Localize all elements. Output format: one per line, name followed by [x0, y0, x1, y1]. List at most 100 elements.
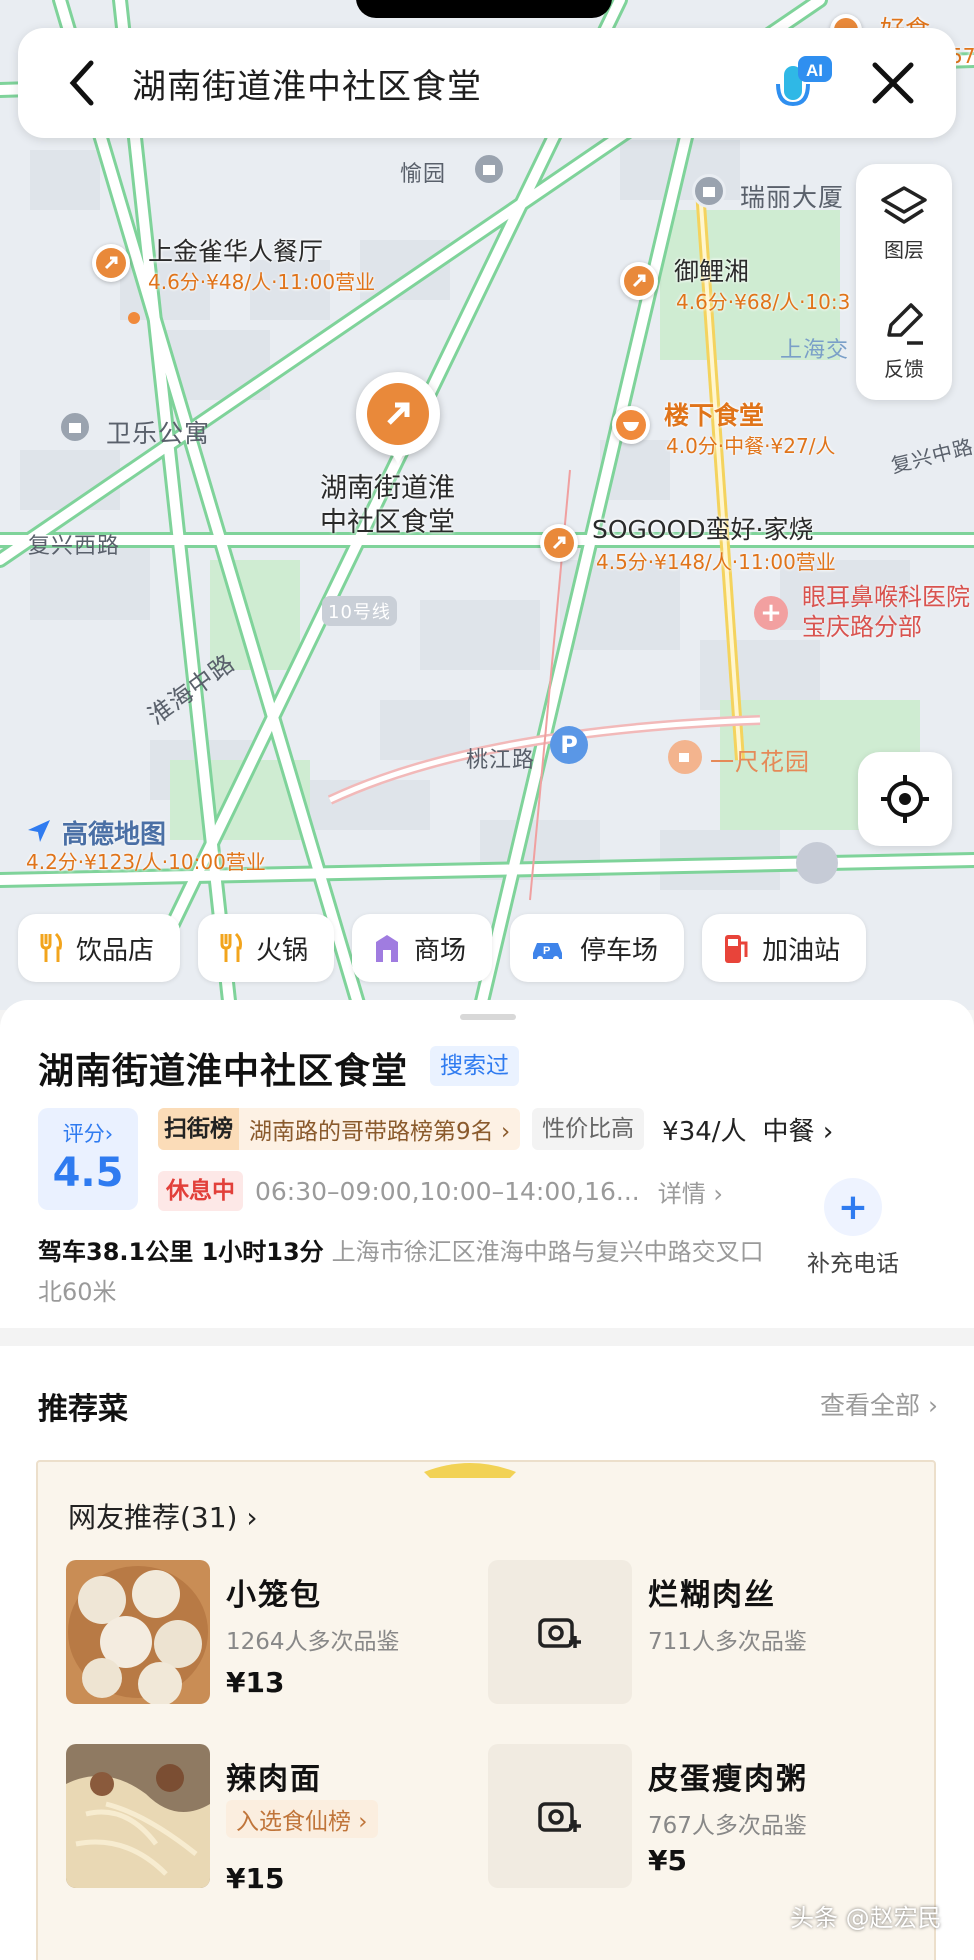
close-icon: [872, 62, 914, 104]
chip-label: 火锅: [256, 935, 309, 966]
poi-meta: 4.5分·¥148/人·11:00营业: [596, 550, 836, 574]
add-photo-placeholder[interactable]: [488, 1744, 632, 1888]
chip-label: 加油站: [762, 935, 841, 966]
dish-photo: [66, 1744, 210, 1888]
locate-me-button[interactable]: [858, 752, 952, 846]
dish-tasted-count: 767人多次品鉴: [648, 1813, 807, 1839]
cafe-icon[interactable]: [668, 740, 702, 774]
dish-item[interactable]: 小笼包 1264人多次品鉴 ¥13: [66, 1560, 466, 1710]
cuisine-link[interactable]: 中餐 ›: [763, 1111, 834, 1148]
dish-name: 小笼包: [226, 1578, 322, 1613]
place-title: 湖南街道淮中社区食堂: [38, 1051, 409, 1092]
chip-hotpot[interactable]: 火锅: [198, 914, 335, 982]
close-button[interactable]: [858, 48, 928, 118]
layers-button[interactable]: 图层: [856, 164, 952, 282]
ranking-text: 湖南路的哥带路榜第9名 ›: [249, 1119, 511, 1145]
dish-price: ¥5: [648, 1844, 687, 1877]
chip-gas-station[interactable]: 加油站: [702, 914, 867, 982]
drive-distance-time: 驾车38.1公里 1小时13分: [38, 1238, 324, 1266]
bowl-pin-icon[interactable]: [612, 406, 650, 444]
dish-rank-badge[interactable]: 入选食仙榜 ›: [226, 1800, 378, 1838]
selected-poi-name-line2: 中社区食堂: [320, 507, 455, 538]
chip-label: 商场: [414, 935, 467, 966]
dish-price: ¥13: [226, 1666, 285, 1699]
chevron-left-icon: [69, 60, 94, 106]
amap-logo: 高德地图: [62, 820, 167, 850]
ranking-tag[interactable]: 扫街榜 湖南路的哥带路榜第9名 ›: [158, 1108, 521, 1150]
route-info[interactable]: 驾车38.1公里 1小时13分 上海市徐汇区淮海中路与复兴中路交叉口北60米: [38, 1232, 778, 1312]
dish-item[interactable]: 烂糊肉丝 711人多次品鉴: [488, 1560, 908, 1710]
poi-meta: 4.0分·中餐·¥27/人: [666, 434, 836, 458]
place-detail-sheet[interactable]: 湖南街道淮中社区食堂 搜索过 评分› 4.5 扫街榜 湖南路的哥带路榜第9名 ›…: [0, 1000, 974, 1960]
restaurant-pin-icon[interactable]: [620, 262, 658, 300]
selected-poi-marker-icon[interactable]: [356, 372, 440, 456]
searched-badge: 搜索过: [430, 1046, 519, 1086]
place-label-flower-garden: 一尺花园: [710, 748, 810, 776]
search-query[interactable]: 湖南街道淮中社区食堂: [132, 59, 768, 108]
street-label-fuxing-west: 复兴西路: [28, 534, 121, 559]
status-row: 休息中 06:30–09:00,10:00–14:00,16... 详情 ›: [158, 1170, 723, 1212]
ai-mic-icon: AI: [776, 56, 832, 107]
feedback-button[interactable]: 反馈: [856, 282, 952, 400]
chip-mall[interactable]: 商场: [352, 914, 493, 982]
building-icon: [58, 410, 92, 444]
add-phone-button[interactable]: + 补充电话: [800, 1178, 906, 1278]
status-notch: [356, 0, 612, 18]
building-icon: [692, 174, 726, 208]
parking-icon[interactable]: P: [550, 726, 588, 764]
restaurant-pin-icon[interactable]: [92, 244, 130, 282]
scroll-clip-decoration: [424, 1463, 516, 1478]
poi-name[interactable]: 御鲤湘: [674, 252, 749, 288]
navigation-arrow-icon: [24, 816, 54, 846]
restaurant-pin-icon[interactable]: [540, 524, 578, 562]
fork-knife-icon: [218, 932, 244, 964]
add-photo-placeholder[interactable]: [488, 1560, 632, 1704]
parking-car-icon: P: [530, 933, 568, 963]
chip-parking[interactable]: P 停车场: [510, 914, 685, 982]
place-label-hospital[interactable]: 眼耳鼻喉科医院宝庆路分部: [802, 582, 972, 642]
place-info-card: 湖南街道淮中社区食堂 搜索过 评分› 4.5 扫街榜 湖南路的哥带路榜第9名 ›…: [0, 1000, 974, 1328]
layers-icon: [881, 185, 927, 224]
poi-name[interactable]: SOGOOD蛮好·家烧: [592, 510, 813, 546]
gas-pump-icon: [722, 931, 750, 965]
dish-item[interactable]: 皮蛋瘦肉粥 767人多次品鉴 ¥5: [488, 1744, 908, 1894]
map-view[interactable]: 复兴西路 淮海中路 桃江路 复兴中路 上海交 10号线 愉园 瑞丽大厦 卫乐公寓…: [0, 0, 974, 1010]
tag-row: 扫街榜 湖南路的哥带路榜第9名 › 性价比高 ¥34/人 中餐 ›: [158, 1108, 833, 1150]
place-label-weile: 卫乐公寓: [106, 419, 211, 448]
view-all-link[interactable]: 查看全部 ›: [820, 1386, 938, 1422]
small-poi-dot: [128, 312, 140, 324]
chip-label: 饮品店: [76, 935, 155, 966]
street-label-taojiang: 桃江路: [466, 748, 536, 773]
street-label-shanghai-jiao: 上海交: [780, 338, 850, 363]
dish-name: 烂糊肉丝: [648, 1578, 776, 1613]
dish-tasted-count: 711人多次品鉴: [648, 1629, 807, 1655]
rating-box[interactable]: 评分› 4.5: [38, 1108, 138, 1210]
netizen-recommend-link[interactable]: 网友推荐(31) ›: [68, 1496, 258, 1536]
recommended-dishes-card: 推荐菜 查看全部 › 网友推荐(31) › 小笼包 1264人多次品鉴 ¥13: [0, 1346, 974, 1960]
hours-detail-link[interactable]: 详情 ›: [658, 1174, 723, 1209]
dish-tasted-count: 1264人多次品鉴: [226, 1629, 400, 1655]
poi-meta: 4.6分·¥68/人·10:3: [676, 290, 851, 314]
ai-voice-button[interactable]: AI: [768, 48, 838, 118]
building-icon: [472, 152, 506, 186]
poi-name[interactable]: 上金雀华人餐厅: [148, 232, 323, 268]
mall-icon: [372, 932, 402, 964]
feedback-label: 反馈: [884, 356, 924, 381]
map-tools-panel: 图层 反馈: [856, 164, 952, 400]
category-chips: 饮品店 火锅 商场 P 停车场 加油站: [18, 914, 867, 982]
watermark: 头条 @赵宏民: [790, 1904, 942, 1932]
place-label-ruili: 瑞丽大厦: [740, 183, 845, 212]
dish-item[interactable]: 辣肉面 入选食仙榜 › ¥15: [66, 1744, 466, 1895]
open-status-badge: 休息中: [158, 1171, 243, 1211]
plus-icon: +: [824, 1178, 882, 1236]
metro-line-label: 10号线: [322, 596, 397, 626]
back-button[interactable]: [42, 28, 122, 138]
add-phone-label: 补充电话: [807, 1251, 899, 1277]
svg-text:P: P: [543, 945, 550, 957]
chip-drinks[interactable]: 饮品店: [18, 914, 181, 982]
poi-name[interactable]: 楼下食堂: [664, 396, 764, 432]
drag-handle[interactable]: [460, 1014, 516, 1020]
dish-name: 辣肉面: [226, 1762, 322, 1797]
ranking-badge: 扫街榜: [158, 1108, 239, 1150]
search-bar[interactable]: 湖南街道淮中社区食堂 AI: [18, 28, 956, 138]
